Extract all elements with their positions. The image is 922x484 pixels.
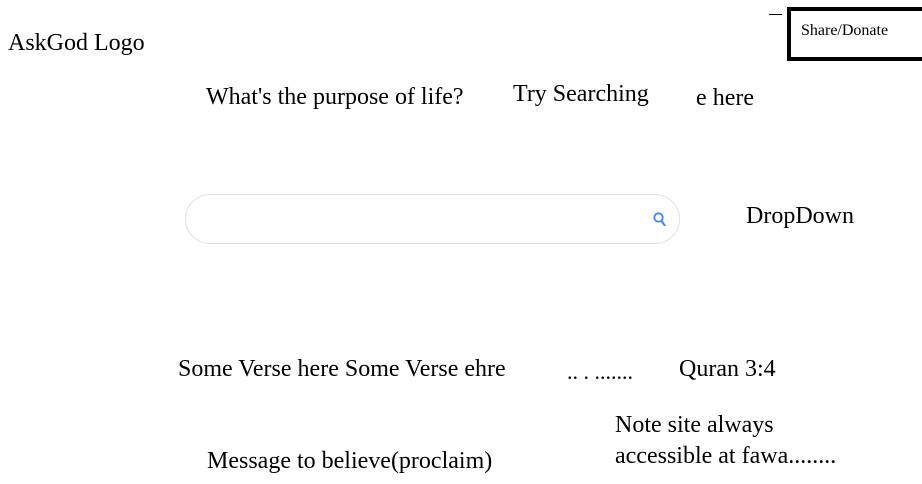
minimize-icon[interactable] xyxy=(769,14,782,15)
note-line-2: accessible at fawa........ xyxy=(615,443,837,469)
hero-question-tail-text: e here xyxy=(696,85,754,111)
dropdown-menu[interactable]: DropDown xyxy=(746,202,854,230)
search-bar[interactable] xyxy=(185,194,680,244)
accessibility-note: Note site always accessible at fawa.....… xyxy=(615,410,836,472)
page: AskGod Logo Share/Donate What's the purp… xyxy=(0,0,922,484)
hero-question-tail: e here xyxy=(682,84,762,112)
hero-question: What's the purpose of life? xyxy=(206,84,464,110)
verse-ellipsis: .. . ....... xyxy=(567,359,633,384)
share-donate-button[interactable]: Share/Donate xyxy=(787,7,922,61)
believe-message: Message to believe(proclaim) xyxy=(207,448,493,474)
note-line-1: Note site always xyxy=(615,412,774,438)
site-logo[interactable]: AskGod Logo xyxy=(8,29,145,57)
try-searching-text: Try Searching xyxy=(513,81,649,107)
verse-reference: Quran 3:4 xyxy=(679,356,776,382)
search-input[interactable] xyxy=(200,205,644,235)
search-icon[interactable] xyxy=(652,211,668,229)
share-donate-label: Share/Donate xyxy=(801,22,889,39)
verse-text: Some Verse here Some Verse ehre xyxy=(178,356,506,382)
